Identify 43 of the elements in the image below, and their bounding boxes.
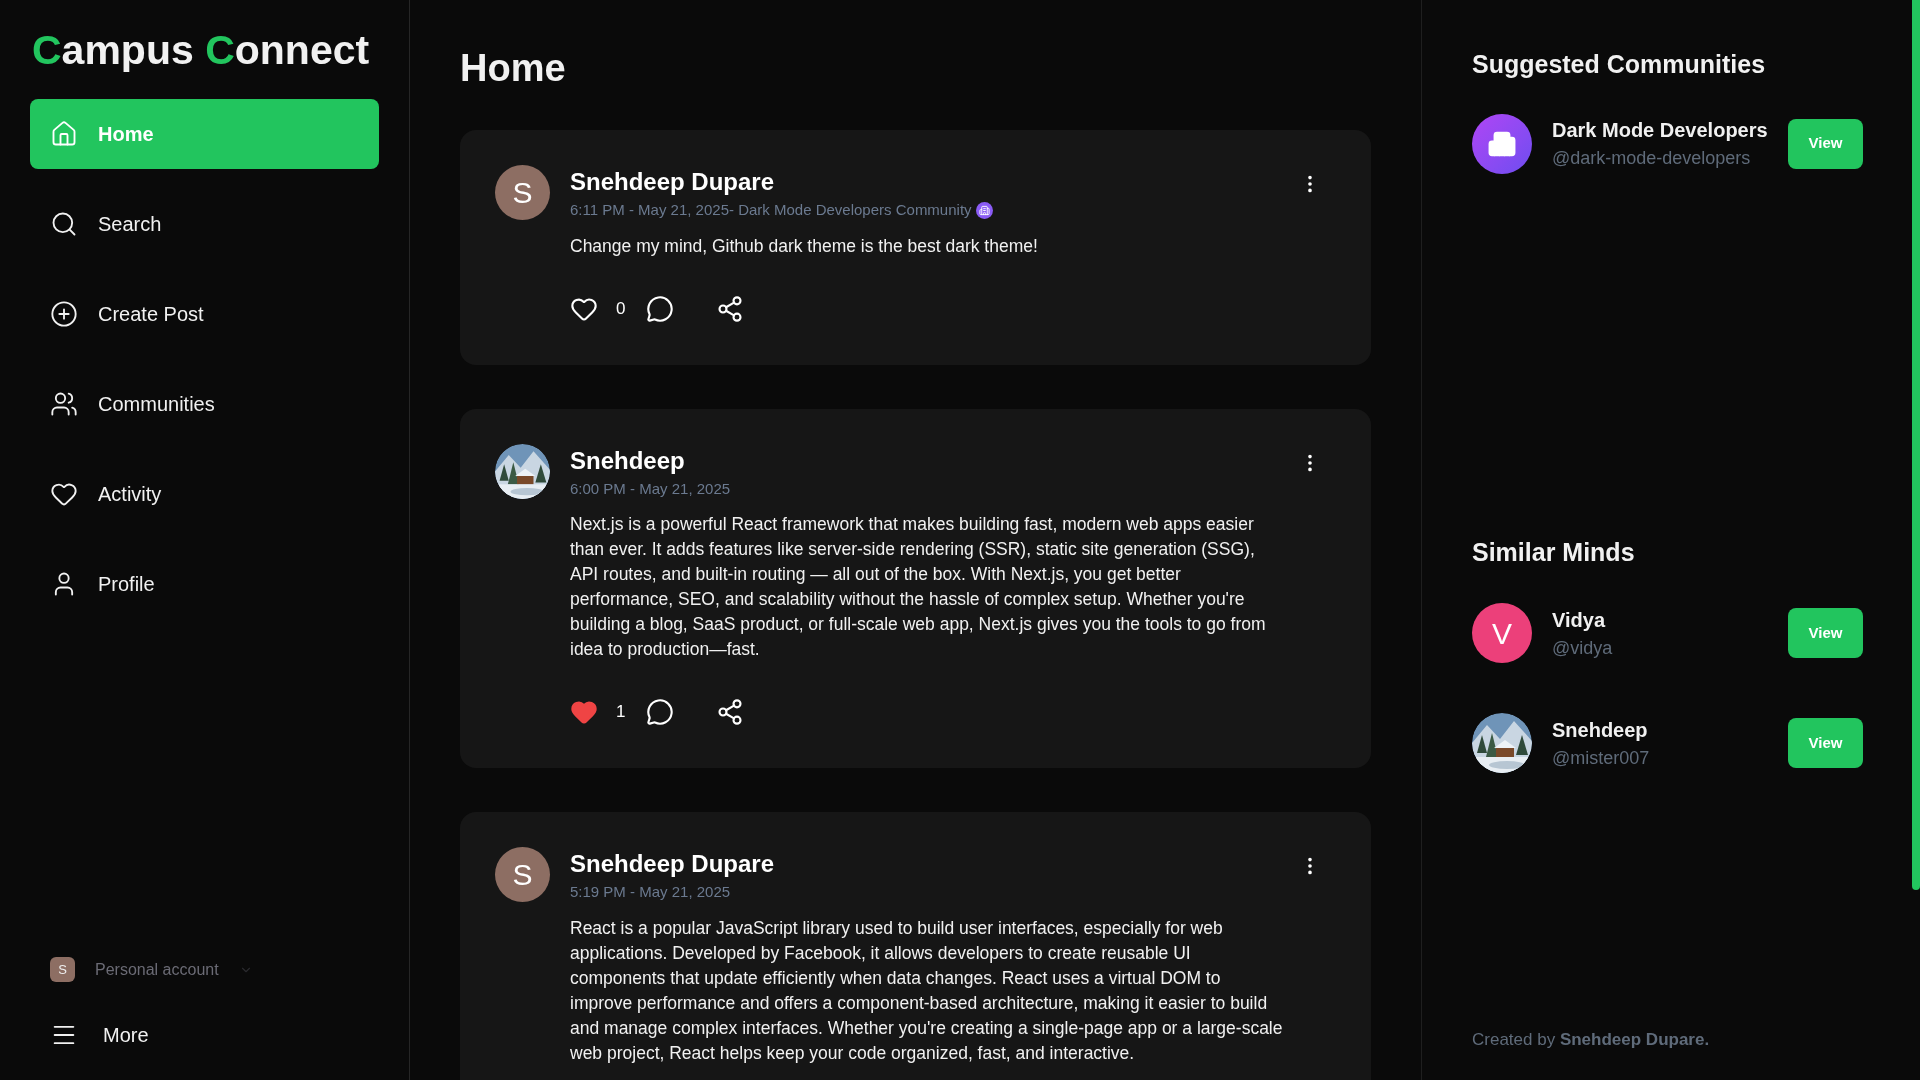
profile-handle: @mister007 xyxy=(1552,746,1651,770)
nav-item[interactable]: Profile xyxy=(30,549,379,619)
comment-icon[interactable] xyxy=(646,698,674,726)
post-author[interactable]: Snehdeep xyxy=(570,443,731,478)
account-label: Personal account xyxy=(95,959,219,980)
share-icon[interactable] xyxy=(716,698,744,726)
home-icon xyxy=(50,120,78,148)
like-count: 0 xyxy=(616,297,627,320)
section-title: Suggested Communities xyxy=(1472,49,1767,80)
share-icon[interactable] xyxy=(716,294,744,323)
comment-icon[interactable] xyxy=(646,294,674,323)
page-title: Home xyxy=(460,46,567,90)
scrollbar-thumb[interactable] xyxy=(1912,0,1920,890)
post-body: Next.js is a powerful React framework that makes building fast, modern web apps easier than ever. It adds features like server-side rendering (SSR), static site generation (SSG), API routes, and built-in routing — all out of the box. With Next.js, you get better performance, SEO, and scalability without the hassle of complex setup. Whether you're building a blog, SaaS product, or full-scale web app, Next.js gives you the tools to go from idea to production—fast. xyxy=(570,513,1267,661)
avatar: S xyxy=(495,847,550,902)
plus-circle-icon xyxy=(50,300,78,328)
profile-handle: @dark-mode-developers xyxy=(1552,147,1752,170)
account-avatar: S xyxy=(50,957,75,982)
post-meta: 6:11 PM - May 21, 2025- Dark Mode Developers Community xyxy=(570,200,972,220)
nav-item[interactable]: Activity xyxy=(30,459,379,529)
nav-item[interactable]: Create Post xyxy=(30,279,379,349)
footer-credit: Created by Snehdeep Dupare. xyxy=(1472,1028,1711,1051)
profile-name: Snehdeep xyxy=(1552,717,1649,743)
post-meta: 6:00 PM - May 21, 2025 xyxy=(570,478,731,499)
profile-name: Vidya xyxy=(1552,607,1607,633)
search-icon xyxy=(50,210,78,238)
app-logo[interactable]: Campus Connect xyxy=(32,28,370,72)
post-author[interactable]: Snehdeep Dupare xyxy=(570,165,993,199)
post-body: Change my mind, Github dark theme is the best dark theme! xyxy=(570,234,1039,258)
account-switcher[interactable]: S Personal account xyxy=(50,957,379,982)
avatar: V xyxy=(1472,603,1532,663)
more-menu[interactable]: More xyxy=(50,1020,379,1050)
avatar: S xyxy=(495,165,550,220)
section-title: Similar Minds xyxy=(1472,536,1636,568)
nav-item[interactable]: Communities xyxy=(30,369,379,439)
profile-name: Dark Mode Developers xyxy=(1552,118,1768,143)
post-body: React is a popular JavaScript library used to build user interfaces, especially for web applications. Developed by Facebook, it allows developers to create reusable UI components that update efficiently when data changes. React uses a virtual DOM to improve performance and offers a component-based architecture, making it easier to build and manage complex interfaces. Whether you're creating a single-page app or a large-scale web project, React helps keep your code organized, fast, and interactive. xyxy=(570,916,1284,1065)
users-icon xyxy=(50,390,78,418)
post-author[interactable]: Snehdeep Dupare xyxy=(570,847,775,881)
like-count: 1 xyxy=(616,701,627,724)
profile-handle: @vidya xyxy=(1552,636,1614,660)
post-meta: 5:19 PM - May 21, 2025 xyxy=(570,882,731,902)
nav-item[interactable]: Search xyxy=(30,189,379,259)
